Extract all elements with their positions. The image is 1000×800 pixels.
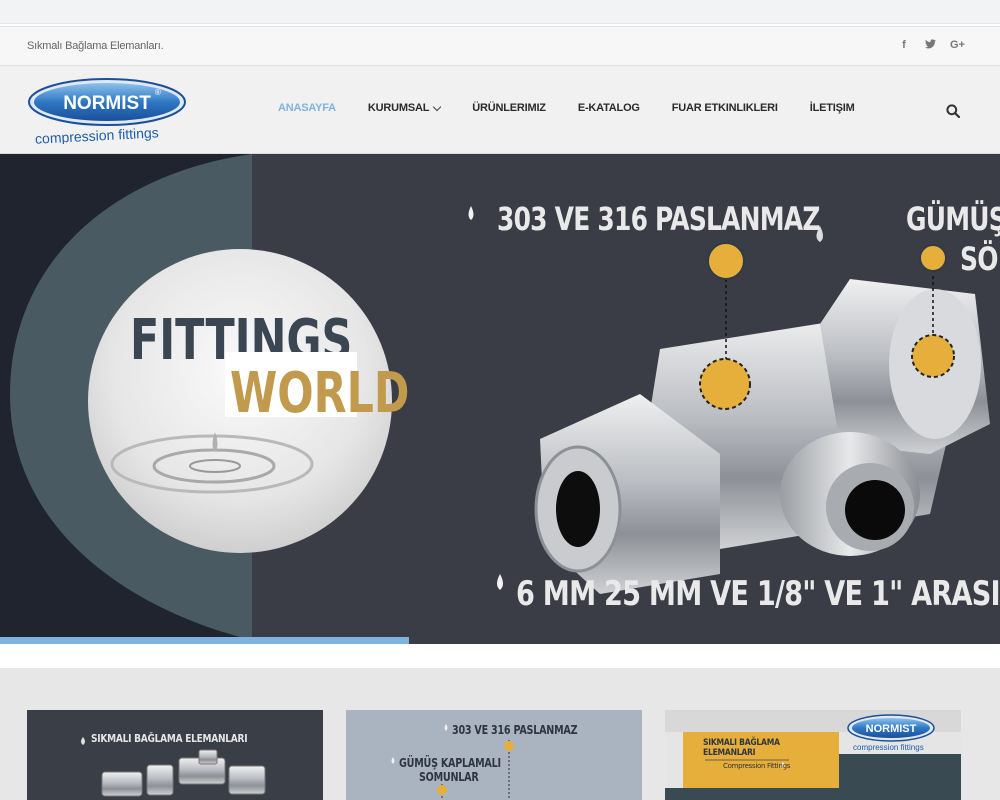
top-info-bar: Sıkmalı Bağlama Elemanları. f G+ xyxy=(0,26,1000,66)
main-nav: ANASAYFA KURUMSAL ÜRÜNLERIMIZ E-KATALOG … xyxy=(278,102,887,114)
twitter-icon[interactable] xyxy=(924,39,936,52)
facebook-icon[interactable]: f xyxy=(898,39,910,52)
tee-fitting-image xyxy=(534,279,990,594)
droplet-icon xyxy=(497,574,503,590)
nav-item-urunlerimiz[interactable]: ÜRÜNLERIMIZ xyxy=(472,102,546,114)
logo-tagline: compression fittings xyxy=(35,124,159,144)
callout-dot xyxy=(919,244,947,272)
card-logo-tagline: compression fittings xyxy=(853,743,924,752)
normist-logo[interactable]: NORMIST ® compression fittings xyxy=(27,78,187,147)
product-card[interactable]: SIKMALI BAĞLAMA ELEMANLARI xyxy=(27,710,323,800)
site-header: NORMIST ® compression fittings ANASAYFA … xyxy=(0,66,1000,154)
browser-top-strip xyxy=(0,0,1000,24)
nav-item-kurumsal[interactable]: KURUMSAL xyxy=(368,102,442,114)
hero-feature-1: 303 VE 316 PASLANMAZ xyxy=(497,200,820,238)
hero-circle-title-2: WORLD xyxy=(230,361,409,426)
site-tagline: Sıkmalı Bağlama Elemanları. xyxy=(27,40,164,52)
hero-feature-2-line1: GÜMÜŞ xyxy=(906,200,1000,238)
nav-item-fuar-etkinlikleri[interactable]: FUAR ETKINLIKLERI xyxy=(672,102,778,114)
droplet-icon xyxy=(468,206,474,220)
social-links: f G+ xyxy=(898,39,965,52)
card-title-1: SIKMALI BAĞLAMA xyxy=(703,738,780,748)
nav-item-e-katalog[interactable]: E-KATALOG xyxy=(578,102,640,114)
logo-registered: ® xyxy=(155,88,161,97)
card-title-3: SOMUNLAR xyxy=(419,770,479,784)
hero-feature-2-line2: SÖ xyxy=(960,240,998,278)
hero-slider[interactable]: FITTINGS WORLD 303 VE 316 PASLANMAZ GÜMÜ… xyxy=(0,154,1000,644)
product-card[interactable]: NORMIST compression fittings SIKMALI BAĞ… xyxy=(665,710,961,800)
card-title-2: GÜMÜŞ KAPLAMALI xyxy=(399,756,501,770)
chevron-down-icon xyxy=(433,102,442,111)
card-subtitle: Compression Fittings xyxy=(723,762,791,770)
card-title-2: ELEMANLARI xyxy=(703,748,756,758)
callout-ring xyxy=(699,358,751,410)
card-title: SIKMALI BAĞLAMA ELEMANLARI xyxy=(91,732,248,745)
search-icon[interactable] xyxy=(946,104,961,119)
logo-brand: NORMIST xyxy=(63,93,151,114)
product-cards-section: SIKMALI BAĞLAMA ELEMANLARI 303 VE 316 PA… xyxy=(0,668,1000,800)
card-title-1: 303 VE 316 PASLANMAZ xyxy=(452,723,578,737)
nav-item-iletisim[interactable]: İLETIŞIM xyxy=(810,102,855,114)
callout-dot xyxy=(707,242,745,280)
hero-feature-3: 6 MM 25 MM VE 1/8" VE 1" ARASINDA xyxy=(516,574,1000,614)
card-logo-brand: NORMIST xyxy=(866,723,917,735)
callout-ring xyxy=(911,334,955,378)
google-plus-icon[interactable]: G+ xyxy=(950,39,965,52)
nav-item-anasayfa[interactable]: ANASAYFA xyxy=(278,102,336,114)
product-card[interactable]: 303 VE 316 PASLANMAZ GÜMÜŞ KAPLAMALI SOM… xyxy=(346,710,642,800)
slider-progress-bar xyxy=(0,637,409,644)
